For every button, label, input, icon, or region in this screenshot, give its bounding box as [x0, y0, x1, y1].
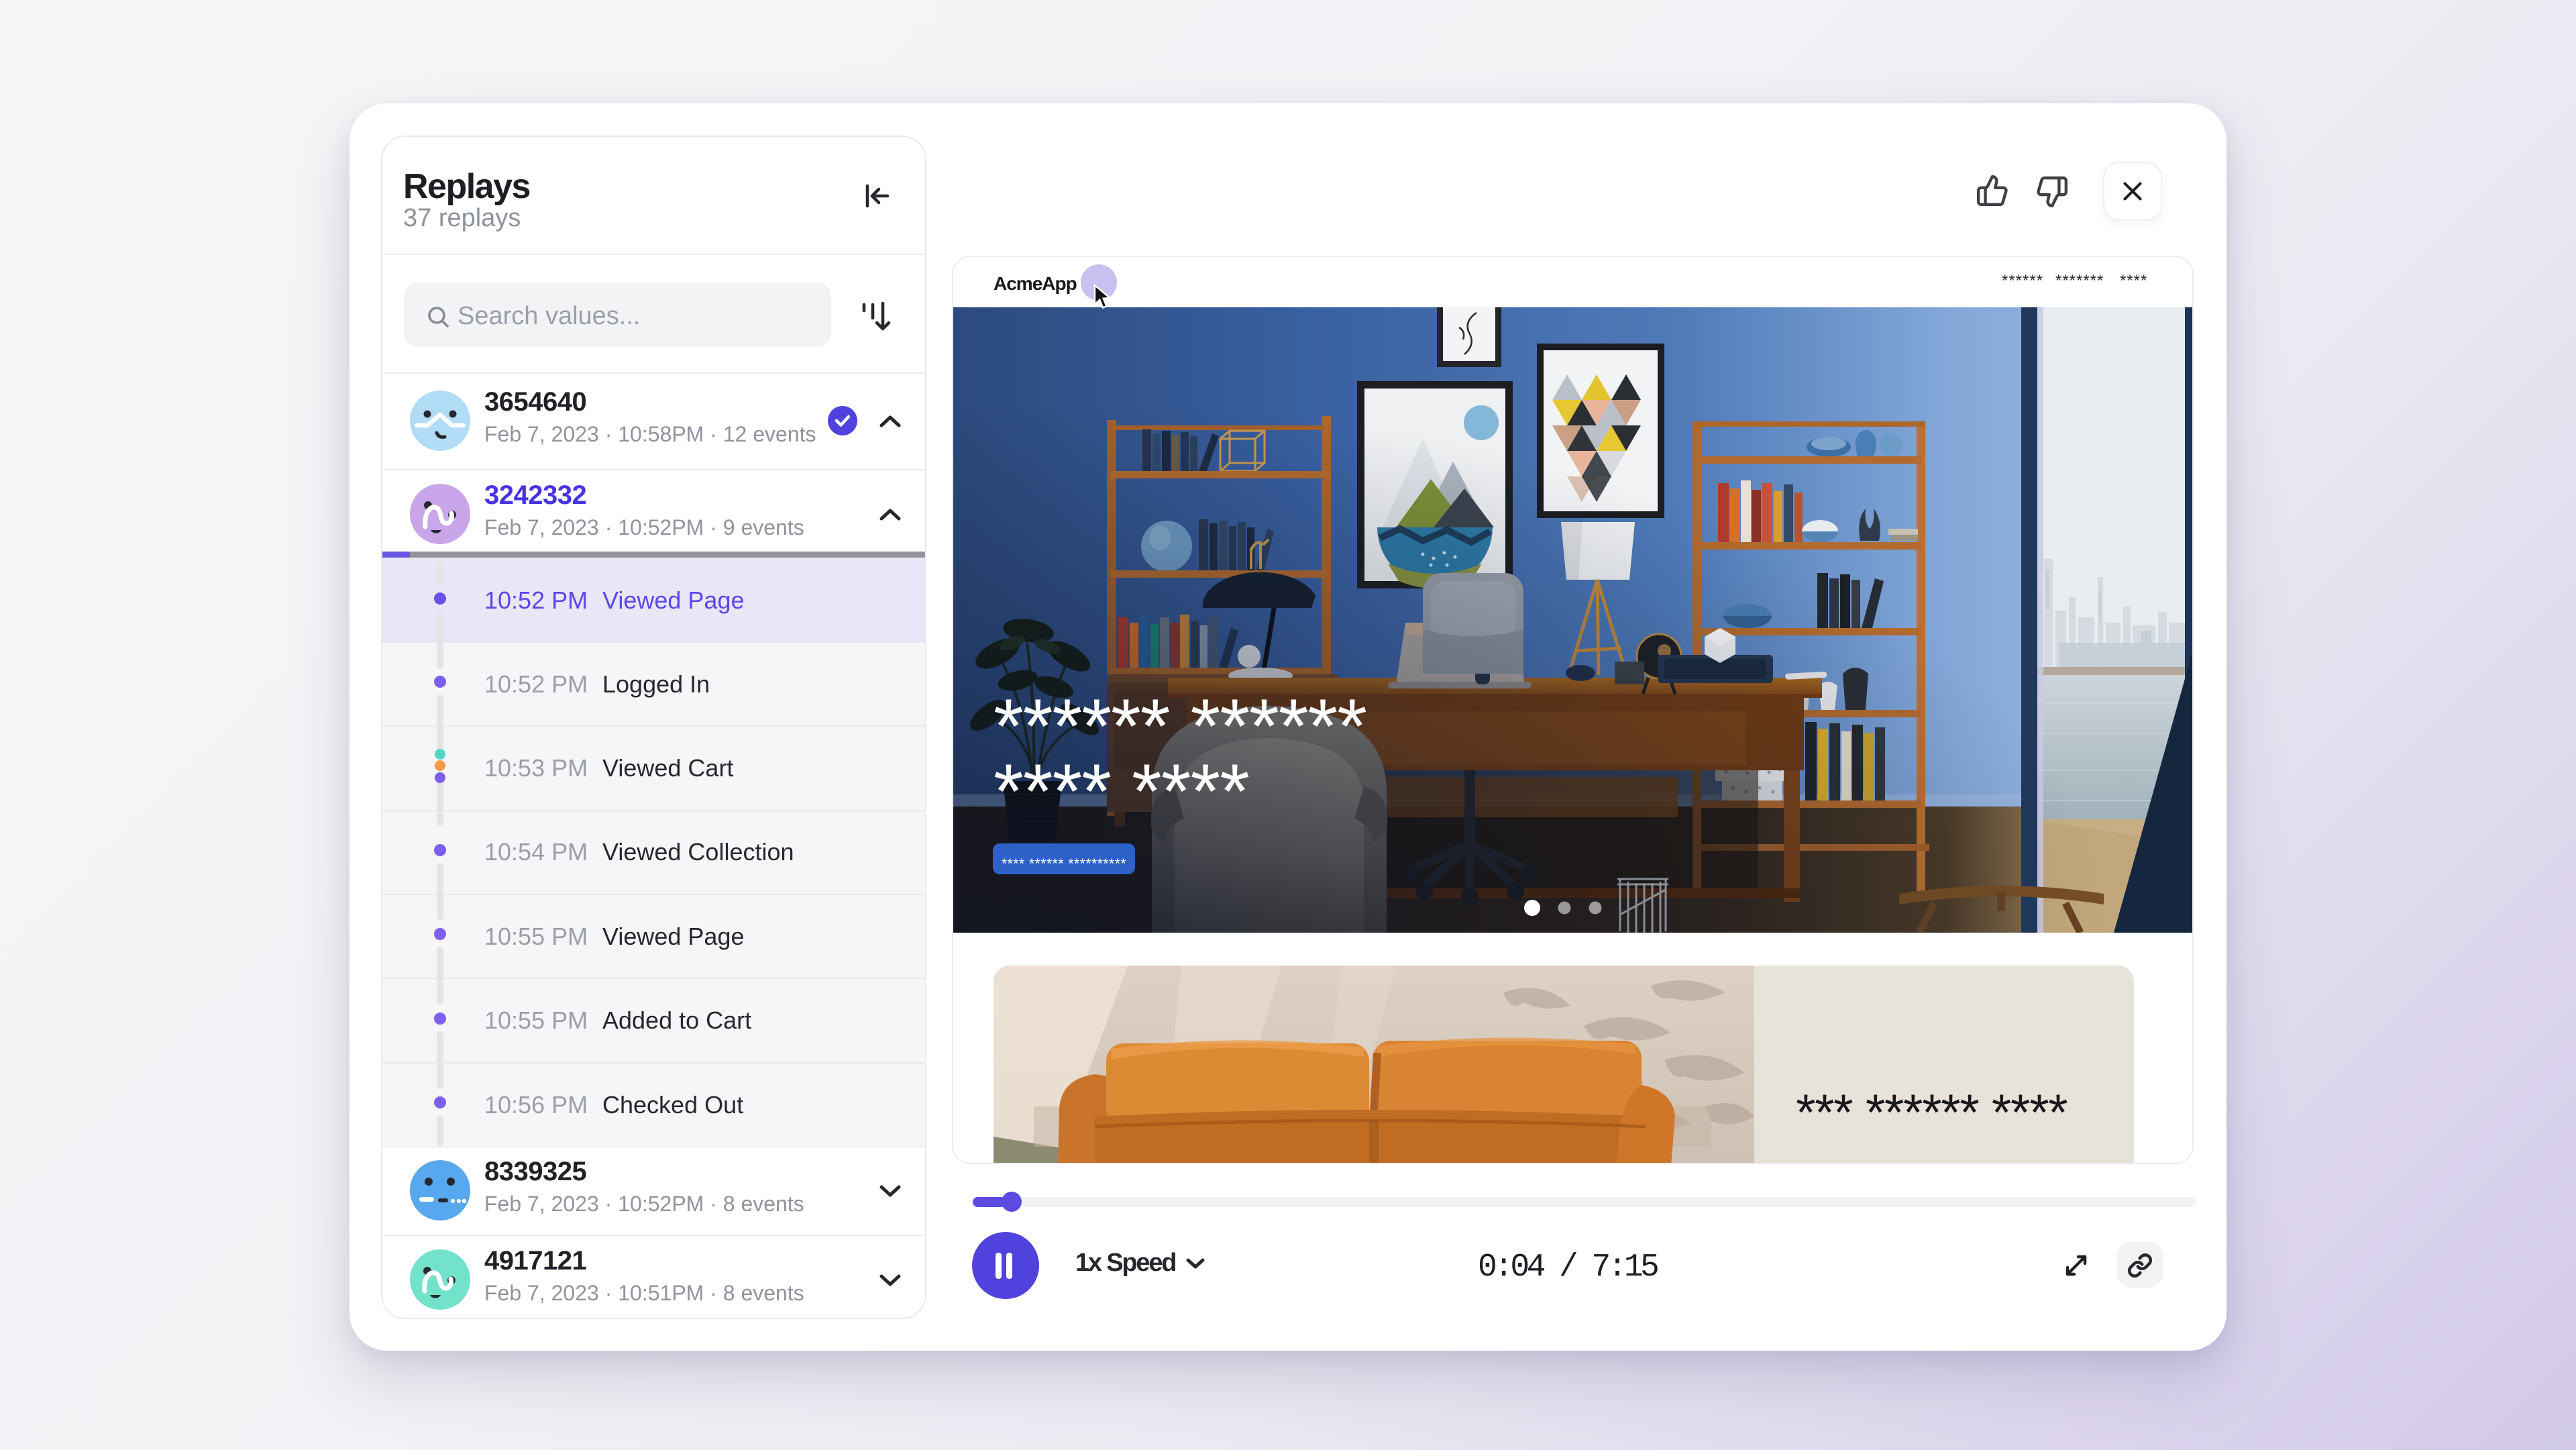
svg-text:**** ****** **********: **** ****** ********** [1002, 856, 1126, 872]
svg-text:**** ****: **** **** [994, 749, 1249, 835]
